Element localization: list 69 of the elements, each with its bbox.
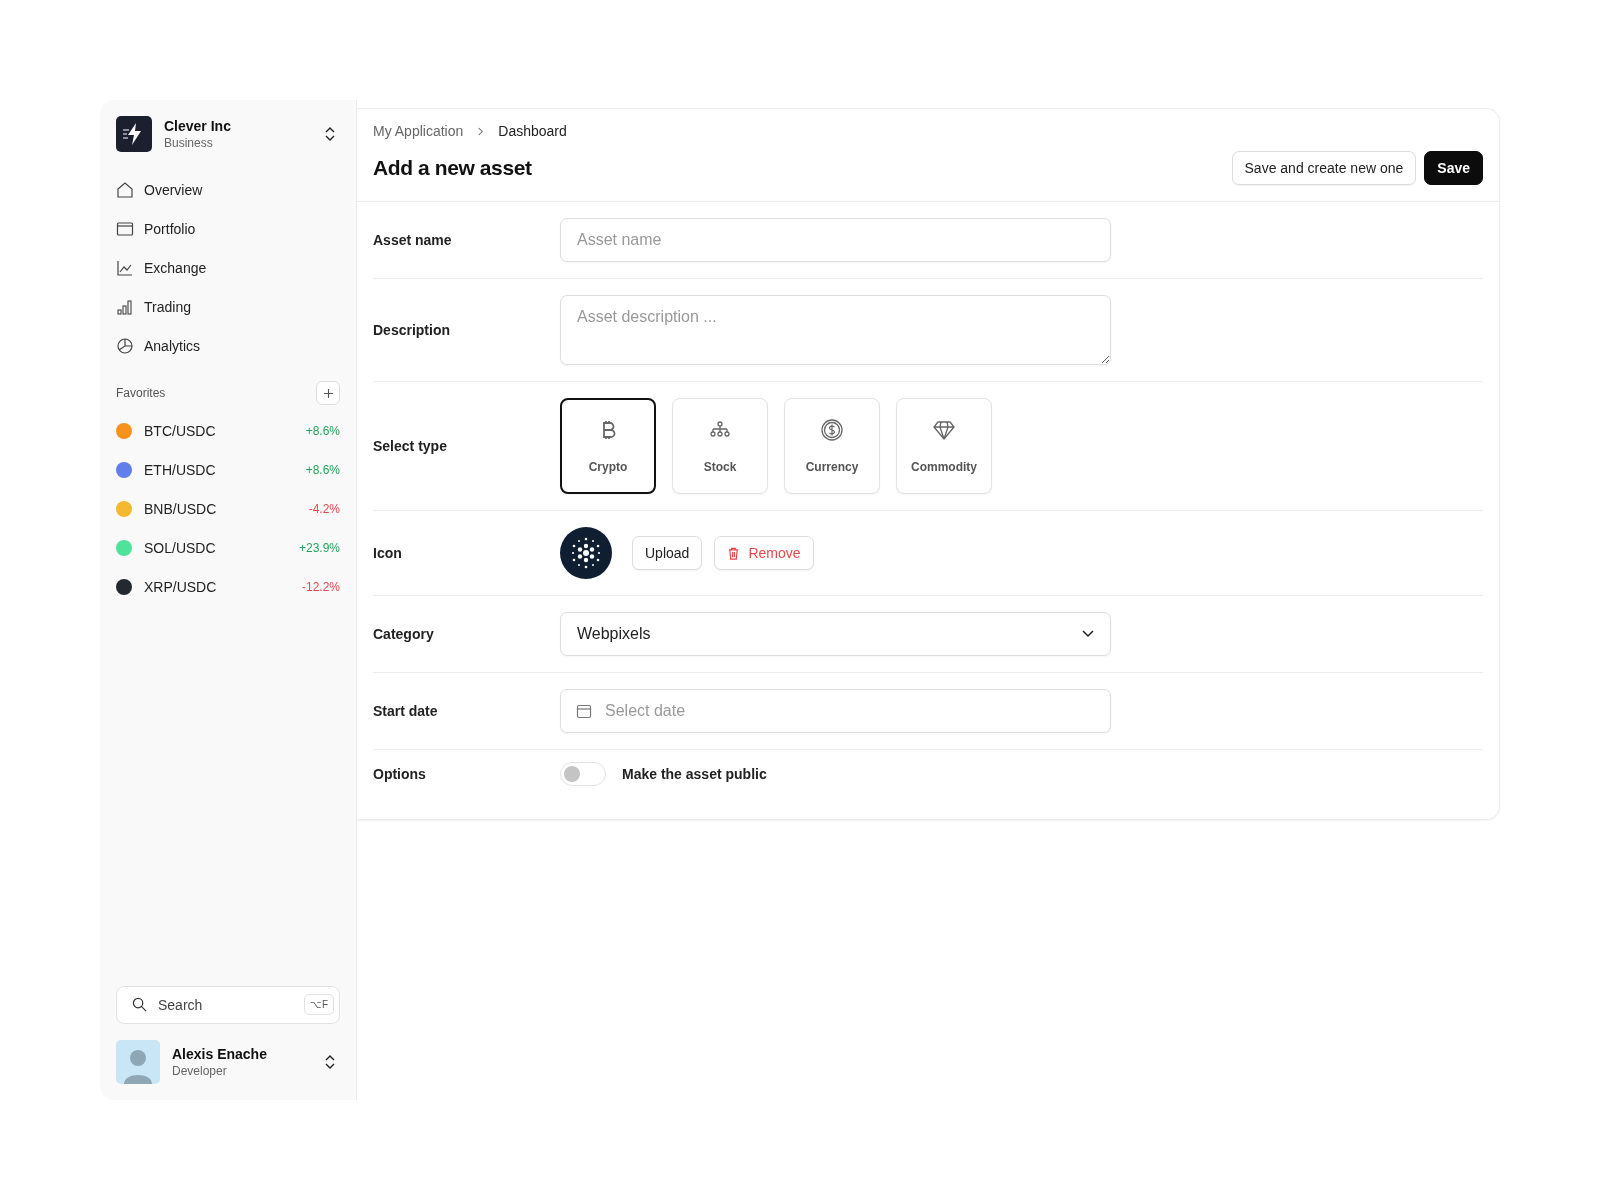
- favorite-item[interactable]: XRP/USDC -12.2%: [116, 567, 340, 606]
- add-button[interactable]: [316, 381, 340, 405]
- plus-icon: [322, 387, 334, 399]
- breadcrumb-link[interactable]: My Application: [373, 123, 464, 139]
- shortcut-key: ⌥F: [303, 994, 334, 1015]
- dollar-coin-icon: [820, 418, 844, 442]
- trash-icon: [727, 546, 741, 560]
- type-option[interactable]: Commodity: [896, 398, 992, 494]
- user-name: Alexis Enache: [172, 1046, 268, 1062]
- field-label: Asset name: [373, 232, 453, 248]
- workspace-name: Clever Inc: [164, 118, 232, 134]
- toggle-switch[interactable]: [560, 762, 606, 786]
- lightning-logo-icon: [116, 116, 152, 152]
- search-icon: [132, 997, 147, 1012]
- field-label: Category: [373, 626, 435, 642]
- nav-item[interactable]: Portfolio: [116, 209, 340, 248]
- upload-button[interactable]: Upload: [632, 536, 703, 570]
- home-icon: [116, 180, 134, 199]
- workspace-plan: Business: [164, 136, 214, 150]
- field-label: Options: [373, 766, 427, 782]
- description-field[interactable]: Asset description ...: [560, 295, 1111, 365]
- nav-item[interactable]: Analytics: [116, 326, 340, 365]
- window-icon: [116, 219, 134, 238]
- bar-chart-icon: [116, 297, 134, 316]
- field-label: Select type: [373, 438, 448, 454]
- nav-item[interactable]: Exchange: [116, 248, 340, 287]
- toggle-label: Make the asset public: [622, 766, 767, 782]
- diamond-icon: [932, 418, 956, 442]
- favorite-item[interactable]: BTC/USDC +8.6%: [116, 411, 340, 450]
- user-role: Developer: [172, 1064, 228, 1078]
- favorite-item[interactable]: ETH/USDC +8.6%: [116, 450, 340, 489]
- nav-item[interactable]: Trading: [116, 287, 340, 326]
- price-change: -4.2%: [308, 501, 340, 516]
- asset-logo-icon: [560, 527, 612, 579]
- field-label: Description: [373, 322, 451, 338]
- date-field[interactable]: Select date: [560, 689, 1111, 733]
- save-button[interactable]: Save: [1424, 151, 1483, 185]
- price-change: +8.6%: [305, 462, 340, 477]
- save-and-new-button[interactable]: Save and create new one: [1231, 151, 1417, 185]
- price-change: -12.2%: [301, 579, 340, 594]
- favorite-item[interactable]: BNB/USDC -4.2%: [116, 489, 340, 528]
- pair-name: ETH/USDC: [144, 461, 217, 478]
- pair-name: SOL/USDC: [144, 539, 217, 556]
- avatar-silhouette-icon: [116, 1040, 160, 1084]
- field-label: Icon: [373, 545, 403, 561]
- price-change: +8.6%: [305, 423, 340, 438]
- chevron-down-icon: [1082, 630, 1094, 638]
- field-label: Start date: [373, 703, 439, 719]
- pie-chart-icon: [116, 336, 134, 355]
- type-option[interactable]: Stock: [672, 398, 768, 494]
- type-option[interactable]: Currency: [784, 398, 880, 494]
- remove-button[interactable]: Remove: [714, 536, 814, 570]
- price-change: +23.9%: [298, 540, 340, 555]
- chevron-up-down-icon[interactable]: [324, 1054, 336, 1070]
- chevron-right-icon: [477, 126, 485, 136]
- pair-name: BTC/USDC: [144, 422, 217, 439]
- line-chart-icon: [116, 258, 134, 277]
- pair-name: XRP/USDC: [144, 578, 218, 595]
- section-heading: Favorites: [116, 386, 166, 400]
- asset-name-field[interactable]: Asset name: [560, 218, 1111, 262]
- pair-name: BNB/USDC: [144, 500, 218, 517]
- favorite-item[interactable]: SOL/USDC +23.9%: [116, 528, 340, 567]
- nav-item[interactable]: Overview: [116, 170, 340, 209]
- category-select[interactable]: Webpixels: [560, 612, 1111, 656]
- page-title: Add a new asset: [373, 156, 532, 180]
- breadcrumb-link[interactable]: Dashboard: [498, 123, 567, 139]
- type-option[interactable]: Crypto: [560, 398, 656, 494]
- calendar-icon: [576, 703, 592, 719]
- chevron-up-down-icon[interactable]: [324, 126, 336, 142]
